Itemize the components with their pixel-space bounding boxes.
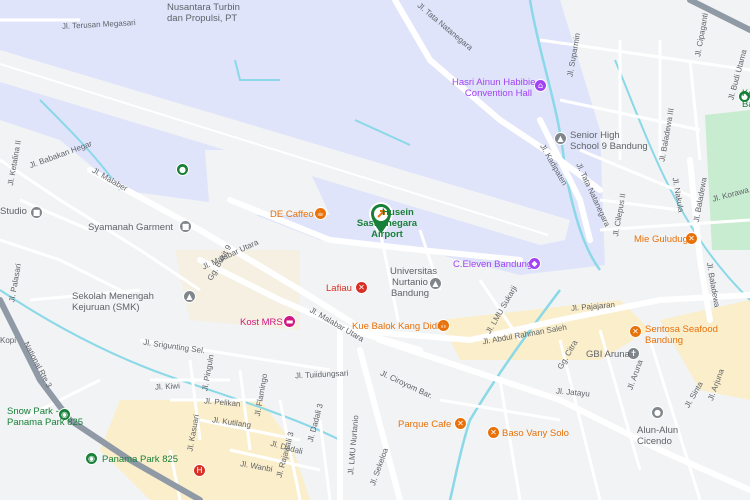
street-kopi: Kopi <box>0 336 17 345</box>
place-keb[interactable]: Ke Ba <box>742 88 750 110</box>
place-lafiau[interactable]: Lafiau <box>326 283 352 294</box>
place-celeven[interactable]: C.Eleven Bandung <box>453 259 532 270</box>
university-icon[interactable]: ▲ <box>429 277 442 290</box>
airport-name-line-1: Husein <box>382 207 414 218</box>
place-studio[interactable]: Studio <box>0 206 27 217</box>
place-kost[interactable]: Kost MRS <box>240 317 283 328</box>
place-nusantara[interactable]: Nusantara Turbin dan Propulsi, PT <box>167 2 240 24</box>
place-kuebalok[interactable]: Kue Balok Kang Didin <box>352 321 444 332</box>
airport-name-line-3: Airport <box>371 229 403 240</box>
park-area <box>705 110 750 250</box>
park-marker-icon[interactable]: ● <box>176 163 189 176</box>
restaurant-icon[interactable]: ✕ <box>454 417 467 430</box>
restaurant-icon[interactable]: ✕ <box>629 325 642 338</box>
lodging-icon[interactable]: ▬ <box>283 315 296 328</box>
restaurant-icon[interactable]: ✕ <box>355 281 368 294</box>
place-unnur[interactable]: Universitas Nurtanio Bandung <box>390 266 437 299</box>
place-sentosa[interactable]: Sentosa Seafood Bandung <box>645 324 718 346</box>
place-parque[interactable]: Parque Cafe <box>398 419 451 430</box>
place-hasri[interactable]: Hasri Ainun Habibie Convention Hall <box>452 77 535 99</box>
school-icon[interactable]: ▲ <box>554 132 567 145</box>
place-alun[interactable]: Alun-Alun Cicendo <box>637 425 678 447</box>
building-icon[interactable]: ■ <box>179 220 192 233</box>
map-canvas[interactable]: Husein Sastranegara Airport Nusantara Tu… <box>0 0 750 500</box>
place-baso[interactable]: Baso Vany Solo <box>502 428 569 439</box>
street-kiwi: Jl. Kiwi <box>154 381 181 392</box>
place-snowpark[interactable]: Snow Park - Panama Park 825 <box>7 406 83 428</box>
airport-label[interactable]: Husein Sastranegara Airport <box>352 207 422 240</box>
place-gbi[interactable]: GBI Aruna <box>586 349 630 360</box>
cafe-icon[interactable]: ☕ <box>314 207 327 220</box>
school-icon[interactable]: ▲ <box>183 290 196 303</box>
hospital-icon[interactable]: H <box>193 464 206 477</box>
transit-icon[interactable]: ◉ <box>85 452 98 465</box>
hall-icon[interactable]: ⌂ <box>534 79 547 92</box>
airport-name-line-2: Sastranegara <box>356 218 418 229</box>
place-sekolah[interactable]: Sekolah Menengah Kejuruan (SMK) <box>72 291 154 313</box>
restaurant-icon[interactable]: ✕ <box>487 426 500 439</box>
place-syamanah[interactable]: Syamanah Garment <box>88 222 173 233</box>
place-senior[interactable]: Senior High School 9 Bandung <box>570 130 648 152</box>
place-decaffeo[interactable]: DE Caffeo <box>270 209 314 220</box>
place-mie[interactable]: Mie Guludug <box>634 234 688 245</box>
building-icon[interactable]: ■ <box>30 206 43 219</box>
place-panama[interactable]: Panama Park 825 <box>102 454 178 465</box>
park-icon[interactable]: ● <box>651 406 664 419</box>
